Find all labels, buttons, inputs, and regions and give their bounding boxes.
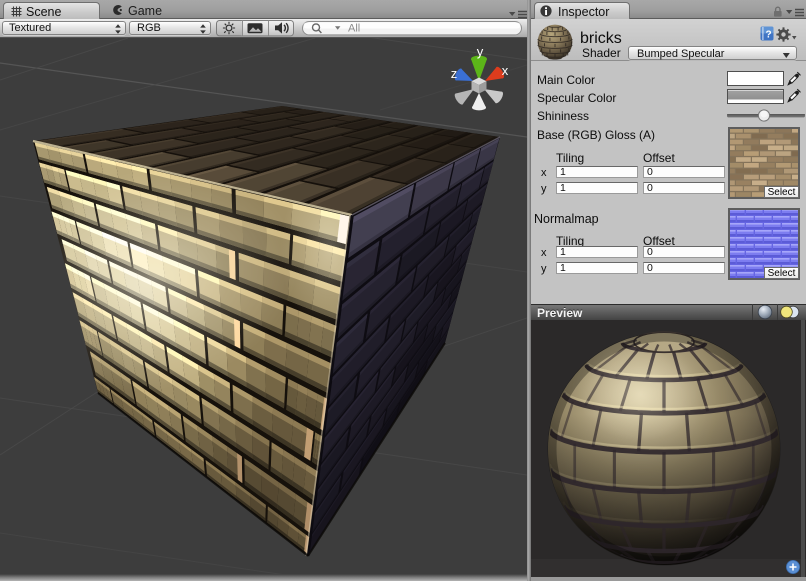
svg-text:z: z: [451, 66, 458, 81]
svg-text:x: x: [502, 63, 509, 78]
svg-text:?: ?: [765, 30, 771, 41]
svg-text:All: All: [348, 23, 360, 35]
svg-text:y: y: [477, 44, 484, 59]
